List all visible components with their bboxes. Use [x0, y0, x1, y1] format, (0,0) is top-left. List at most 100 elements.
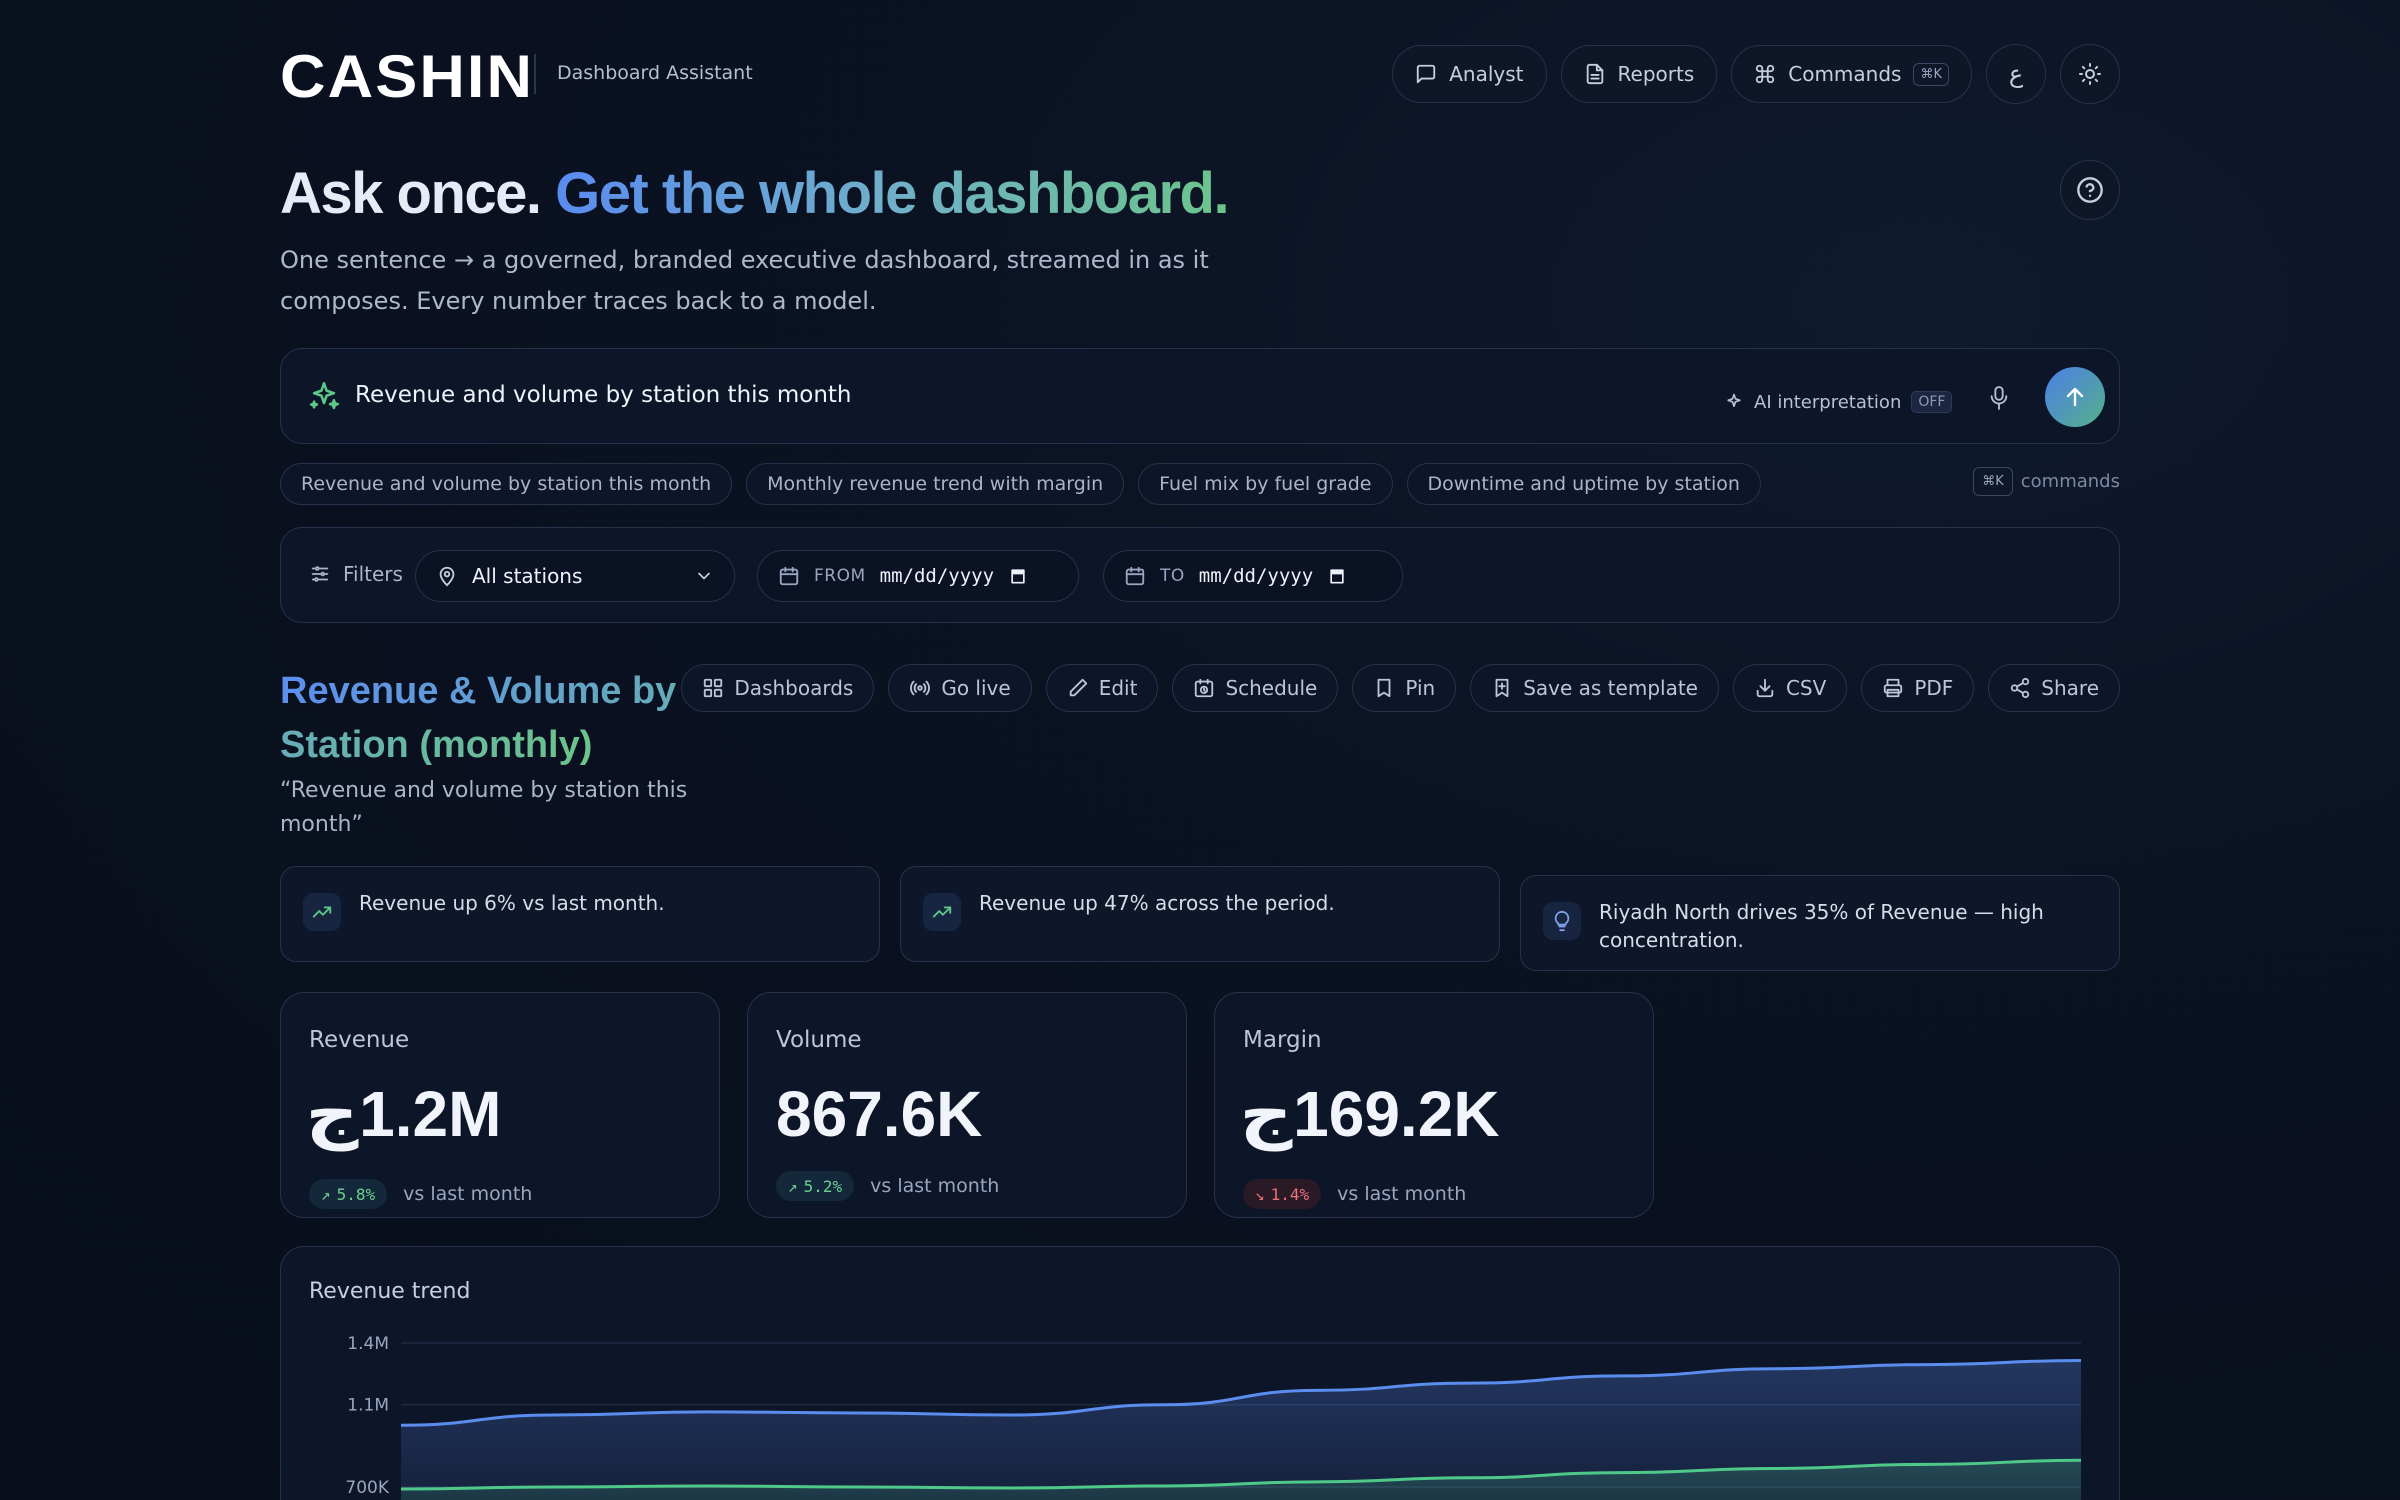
edit-button[interactable]: Edit	[1045, 664, 1159, 712]
chevron-down-icon	[698, 572, 710, 580]
dashboards-label: Dashboards	[734, 676, 854, 700]
insight-card: Riyadh North drives 35% of Revenue — hig…	[1520, 875, 2120, 971]
sun-icon	[2079, 63, 2101, 85]
brand-logo[interactable]: CASHIN	[280, 43, 532, 110]
broadcast-icon	[910, 680, 931, 696]
header-actions: Analyst Reports Commands ⌘K ع	[1392, 44, 2120, 104]
suggestion-chip[interactable]: Fuel mix by fuel grade	[1138, 463, 1393, 505]
theme-toggle[interactable]	[2060, 44, 2120, 104]
revenue-trend-card: Revenue trend 1.4M 1.1M 700K	[280, 1246, 2120, 1500]
currency-icon: ج	[305, 1078, 359, 1152]
commands-label: Commands	[1788, 62, 1902, 86]
calendar-picker-icon[interactable]	[1327, 566, 1347, 586]
pin-label: Pin	[1405, 676, 1436, 700]
commands-button[interactable]: Commands ⌘K	[1731, 45, 1972, 103]
delta-value: 1.4%	[1270, 1184, 1310, 1204]
command-hint-label: commands	[2020, 471, 2120, 492]
command-icon	[1756, 64, 1775, 84]
edit-label: Edit	[1098, 676, 1138, 700]
schedule-button[interactable]: Schedule	[1172, 664, 1339, 712]
share-icon	[2011, 677, 2030, 699]
kpi-number: 169.2K	[1293, 1078, 1500, 1150]
dashboard-title: Revenue & Volume by Station (monthly)	[280, 664, 700, 772]
delta-badge: ↘ 1.4%	[1243, 1179, 1322, 1209]
microphone-icon[interactable]	[1988, 385, 2010, 411]
pdf-button[interactable]: PDF	[1861, 664, 1975, 712]
station-value: All stations	[472, 564, 583, 588]
headline-accent: Get the whole dashboard.	[555, 161, 1229, 226]
bookmark-icon	[1377, 678, 1391, 698]
insight-text: Revenue up 6% vs last month.	[359, 891, 665, 915]
y-tick-label: 1.1M	[347, 1396, 389, 1416]
help-button[interactable]	[2060, 160, 2120, 220]
dashboard-title-text: Revenue & Volume by Station (monthly)	[280, 670, 677, 766]
dashboards-button[interactable]: Dashboards	[681, 664, 875, 712]
insight-card: Revenue up 6% vs last month.	[280, 866, 880, 962]
ai-interpretation-state: OFF	[1911, 391, 1953, 413]
app-subtitle: Dashboard Assistant	[557, 62, 753, 84]
delta-value: 5.8%	[336, 1184, 376, 1204]
filter-bar: Filters All stations FROM mm/dd/yyyy TO …	[280, 527, 2120, 623]
command-hint[interactable]: ⌘K commands	[1973, 467, 2120, 496]
arrow-up-icon	[2066, 387, 2084, 407]
sliders-icon	[311, 566, 329, 582]
share-button[interactable]: Share	[1988, 664, 2120, 712]
revenue-trend-chart[interactable]: 1.4M 1.1M 700K	[281, 1247, 2120, 1500]
station-select[interactable]: All stations	[415, 550, 735, 602]
suggestion-chip[interactable]: Downtime and uptime by station	[1406, 463, 1761, 505]
csv-label: CSV	[1785, 676, 1827, 700]
analyst-button[interactable]: Analyst	[1392, 45, 1547, 103]
map-pin-icon	[439, 566, 455, 587]
to-date-field[interactable]: TO mm/dd/yyyy	[1103, 550, 1403, 602]
kpi-label: Revenue	[309, 1027, 410, 1053]
trend-up-icon	[923, 893, 961, 931]
csv-button[interactable]: CSV	[1732, 664, 1848, 712]
sparkle-small-icon	[1727, 393, 1741, 407]
prompt-input[interactable]: Revenue and volume by station this month	[355, 382, 852, 408]
pdf-label: PDF	[1914, 676, 1954, 700]
pencil-icon	[1069, 678, 1087, 697]
go-live-label: Go live	[941, 676, 1011, 700]
trend-up-icon	[303, 893, 341, 931]
kpi-card-volume[interactable]: Volume 867.6K ↗ 5.2% vs last month	[747, 992, 1187, 1218]
save-template-label: Save as template	[1523, 676, 1698, 700]
save-template-button[interactable]: Save as template	[1470, 664, 1719, 712]
compare-label: vs last month	[870, 1175, 1000, 1197]
kpi-compare: ↗ 5.8% vs last month	[309, 1179, 532, 1209]
pin-button[interactable]: Pin	[1352, 664, 1457, 712]
insight-text: Revenue up 47% across the period.	[979, 891, 1335, 915]
document-icon	[1586, 63, 1603, 85]
arrow-up-right-icon: ↗	[788, 1176, 798, 1196]
language-toggle[interactable]: ع	[1986, 44, 2046, 104]
compare-label: vs last month	[403, 1183, 533, 1205]
kpi-compare: ↘ 1.4% vs last month	[1243, 1179, 1466, 1209]
top-bar: CASHIN Dashboard Assistant Analyst Repor…	[280, 43, 2120, 110]
calendar-picker-icon[interactable]	[1008, 566, 1028, 586]
to-value: mm/dd/yyyy	[1198, 565, 1314, 587]
kpi-label: Margin	[1243, 1027, 1322, 1053]
delta-badge: ↗ 5.8%	[309, 1179, 388, 1209]
headline-plain: Ask once.	[280, 161, 542, 226]
dashboard-query-echo: “Revenue and volume by station this mont…	[280, 778, 688, 837]
send-button[interactable]	[2045, 367, 2105, 427]
suggestion-chip[interactable]: Revenue and volume by station this month	[280, 463, 733, 505]
filters-toggle[interactable]: Filters	[309, 562, 403, 586]
kpi-value: ج169.2K	[1240, 1077, 1500, 1152]
ai-interpretation-toggle[interactable]: AI interpretation OFF	[1724, 391, 1953, 413]
download-icon	[1756, 678, 1774, 698]
kpi-value: ج1.2M	[305, 1077, 502, 1152]
prompt-box[interactable]: Revenue and volume by station this month…	[280, 348, 2120, 444]
kpi-label: Volume	[776, 1027, 862, 1053]
printer-icon	[1884, 678, 1903, 698]
arrow-up-right-icon: ↗	[321, 1184, 331, 1204]
chat-icon	[1417, 64, 1436, 84]
reports-button[interactable]: Reports	[1560, 45, 1718, 103]
kpi-card-revenue[interactable]: Revenue ج1.2M ↗ 5.8% vs last month	[280, 992, 720, 1218]
go-live-button[interactable]: Go live	[888, 664, 1032, 712]
analyst-label: Analyst	[1449, 62, 1524, 86]
from-date-field[interactable]: FROM mm/dd/yyyy	[757, 550, 1079, 602]
calendar-icon	[1125, 566, 1145, 586]
suggestion-chip[interactable]: Monthly revenue trend with margin	[746, 463, 1125, 505]
from-label: FROM	[814, 566, 866, 586]
kpi-card-margin[interactable]: Margin ج169.2K ↘ 1.4% vs last month	[1214, 992, 1654, 1218]
